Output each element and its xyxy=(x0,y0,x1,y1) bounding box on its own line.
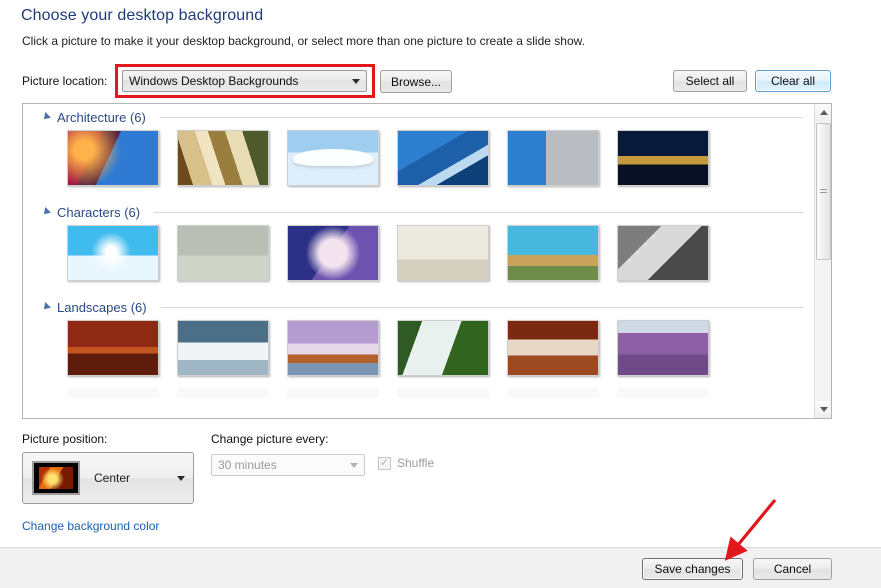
scroll-up-button[interactable] xyxy=(815,104,831,121)
picture-location-value: Windows Desktop Backgrounds xyxy=(129,74,299,88)
shuffle-label: Shuffle xyxy=(397,456,435,470)
category-name: Characters (6) xyxy=(57,204,141,220)
gallery-scroll-content: Architecture (6) Characters (6) Landscap… xyxy=(23,104,813,418)
wallpaper-thumbnail[interactable] xyxy=(507,225,599,281)
picture-location-label: Picture location: xyxy=(22,74,108,88)
change-picture-every-value: 30 minutes xyxy=(218,458,277,472)
change-picture-every-label: Change picture every: xyxy=(211,432,329,446)
wallpaper-thumbnail[interactable] xyxy=(507,320,599,376)
collapse-triangle-icon[interactable] xyxy=(41,207,51,217)
thumbnail-cell[interactable] xyxy=(397,320,507,376)
category-landscapes: Landscapes (6) xyxy=(23,294,813,376)
picture-position-value: Center xyxy=(94,471,131,485)
thumbnail-cell[interactable] xyxy=(67,130,177,186)
thumbnail-row xyxy=(23,225,813,281)
thumbnail-cell[interactable] xyxy=(67,320,177,376)
cancel-button[interactable]: Cancel xyxy=(753,558,832,580)
thumbnail-cell[interactable] xyxy=(287,225,397,281)
browse-button[interactable]: Browse... xyxy=(380,70,452,93)
category-divider xyxy=(159,116,803,118)
chevron-down-icon xyxy=(346,78,366,84)
thumbnail-cell[interactable] xyxy=(177,225,287,281)
wallpaper-thumbnail[interactable] xyxy=(67,130,159,186)
grip-icon xyxy=(820,188,827,195)
thumbnail-cell[interactable] xyxy=(397,225,507,281)
footer-bar xyxy=(0,548,881,588)
wallpaper-thumbnail[interactable] xyxy=(397,225,489,281)
category-architecture: Architecture (6) xyxy=(23,104,813,186)
wallpaper-thumbnail[interactable] xyxy=(397,320,489,376)
change-picture-every-dropdown: 30 minutes xyxy=(211,454,365,476)
category-characters: Characters (6) xyxy=(23,199,813,281)
wallpaper-thumbnail[interactable] xyxy=(287,320,379,376)
wallpaper-thumbnail[interactable] xyxy=(177,225,269,281)
category-header[interactable]: Characters (6) xyxy=(23,199,813,225)
chevron-down-icon xyxy=(169,475,193,481)
thumbnail-cell[interactable] xyxy=(397,130,507,186)
thumbnail-cell[interactable] xyxy=(177,320,287,376)
change-background-color-link[interactable]: Change background color xyxy=(22,519,159,533)
wallpaper-thumbnail[interactable] xyxy=(617,320,709,376)
picture-position-dropdown[interactable]: Center xyxy=(22,452,194,504)
category-divider xyxy=(154,211,803,213)
category-header[interactable]: Architecture (6) xyxy=(23,104,813,130)
wallpaper-thumbnail[interactable] xyxy=(177,130,269,186)
scrollbar-thumb[interactable] xyxy=(816,123,831,260)
thumbnail-cell[interactable] xyxy=(617,225,727,281)
wallpaper-thumbnail[interactable] xyxy=(507,130,599,186)
position-preview-thumbnail xyxy=(32,461,80,495)
wallpaper-thumbnail[interactable] xyxy=(67,225,159,281)
category-name: Landscapes (6) xyxy=(57,299,147,315)
wallpaper-gallery[interactable]: Architecture (6) Characters (6) Landscap… xyxy=(22,103,832,419)
clear-all-button[interactable]: Clear all xyxy=(755,70,831,92)
thumbnail-cell[interactable] xyxy=(287,130,397,186)
wallpaper-thumbnail[interactable] xyxy=(177,320,269,376)
gallery-scrollbar[interactable] xyxy=(814,104,831,418)
thumbnail-cell[interactable] xyxy=(287,320,397,376)
thumbnail-cell[interactable] xyxy=(617,130,727,186)
thumbnail-cell[interactable] xyxy=(177,130,287,186)
picture-position-label: Picture position: xyxy=(22,432,108,446)
thumbnail-cell[interactable] xyxy=(617,320,727,376)
category-header[interactable]: Landscapes (6) xyxy=(23,294,813,320)
scroll-down-button[interactable] xyxy=(815,401,831,418)
chevron-down-icon xyxy=(344,462,364,468)
thumbnail-row xyxy=(23,130,813,186)
wallpaper-thumbnail[interactable] xyxy=(287,225,379,281)
wallpaper-thumbnail[interactable] xyxy=(287,130,379,186)
thumbnail-cell[interactable] xyxy=(507,130,617,186)
collapse-triangle-icon[interactable] xyxy=(41,112,51,122)
collapse-triangle-icon[interactable] xyxy=(41,302,51,312)
thumbnail-cell[interactable] xyxy=(507,225,617,281)
thumbnail-cell[interactable] xyxy=(507,320,617,376)
save-changes-button[interactable]: Save changes xyxy=(642,558,743,580)
page-subtitle: Click a picture to make it your desktop … xyxy=(22,34,585,48)
select-all-button[interactable]: Select all xyxy=(673,70,747,92)
wallpaper-thumbnail[interactable] xyxy=(397,130,489,186)
category-divider xyxy=(160,306,803,308)
thumbnail-cell[interactable] xyxy=(67,225,177,281)
category-name: Architecture (6) xyxy=(57,109,146,125)
shuffle-checkbox: ✓ xyxy=(378,456,391,470)
shuffle-checkbox-group: ✓ Shuffle xyxy=(378,456,434,470)
thumbnail-row xyxy=(23,320,813,376)
wallpaper-thumbnail[interactable] xyxy=(617,225,709,281)
partial-next-row xyxy=(23,388,813,398)
wallpaper-thumbnail[interactable] xyxy=(67,320,159,376)
picture-location-dropdown[interactable]: Windows Desktop Backgrounds xyxy=(122,70,367,92)
page-title: Choose your desktop background xyxy=(21,7,264,24)
wallpaper-thumbnail[interactable] xyxy=(617,130,709,186)
